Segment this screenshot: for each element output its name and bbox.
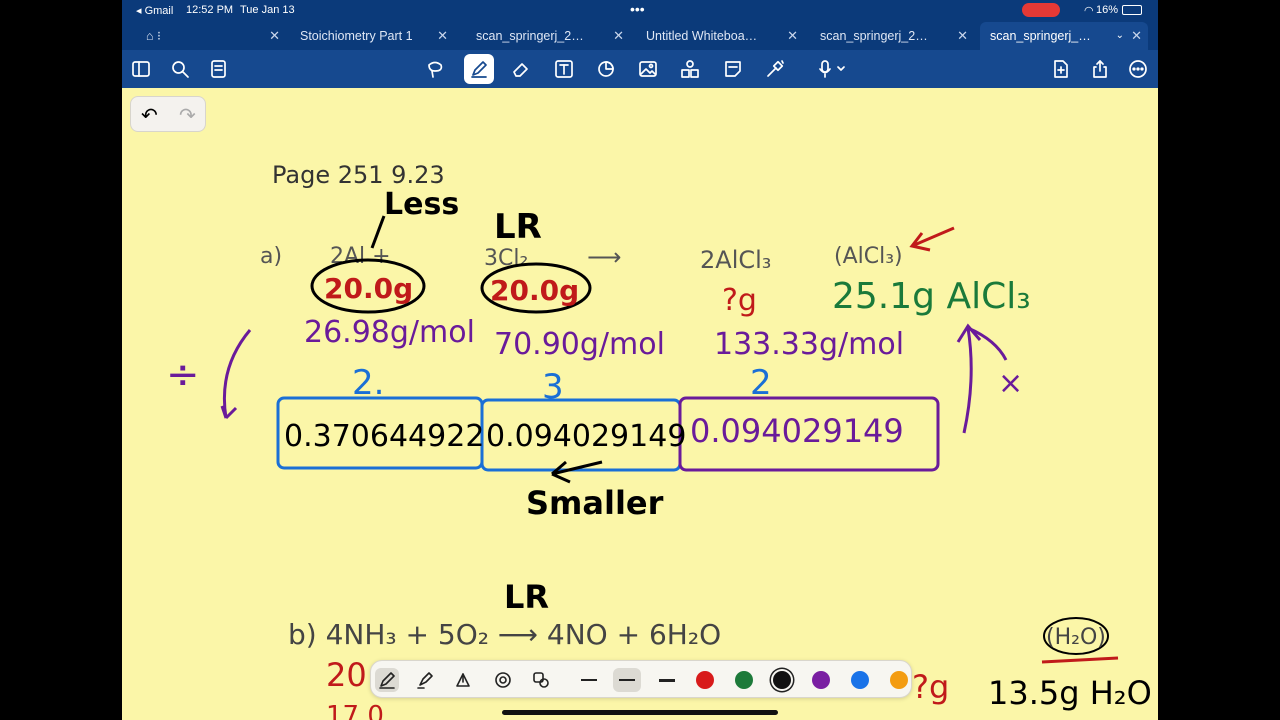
color-black[interactable]: [773, 671, 791, 689]
divide-symbol: ÷: [166, 352, 200, 398]
share-icon[interactable]: [1087, 56, 1113, 82]
close-icon[interactable]: ✕: [437, 22, 448, 50]
multiply-symbol: ×: [998, 366, 1023, 401]
shapes-icon[interactable]: [593, 56, 619, 82]
mass-b-2: 17.0: [326, 701, 384, 720]
less-label: Less: [384, 187, 459, 222]
tab-home[interactable]: ⌂ ⁝ ✕: [136, 22, 286, 50]
close-icon[interactable]: ✕: [787, 22, 798, 50]
lr-label-b: LR: [504, 578, 549, 616]
undo-redo-panel: ↶ ↷: [130, 96, 206, 132]
lasso-icon[interactable]: [422, 56, 448, 82]
smaller-label: Smaller: [526, 484, 664, 522]
recording-indicator-icon: [1022, 3, 1060, 17]
color-orange[interactable]: [890, 671, 908, 689]
tab-stoichiometry[interactable]: Stoichiometry Part 1 ✕: [290, 22, 454, 50]
status-bar: ◂ Gmail 12:52 PM Tue Jan 13 ••• ◠ 16%: [122, 0, 1158, 20]
eraser-icon[interactable]: [508, 56, 534, 82]
close-icon[interactable]: ✕: [1131, 22, 1142, 50]
tab-scan-3[interactable]: scan_springerj_… ⌄ ✕: [980, 22, 1148, 50]
unknown-mass: ?g: [722, 283, 757, 318]
mass-chlorine: 20.0g: [490, 274, 579, 307]
image-icon[interactable]: [635, 56, 661, 82]
microphone-icon[interactable]: [812, 56, 852, 82]
search-icon[interactable]: [167, 56, 193, 82]
home-indicator[interactable]: [502, 710, 778, 715]
color-red[interactable]: [696, 671, 714, 689]
sidebar-icon[interactable]: [128, 56, 154, 82]
page-reference: Page 251 9.23: [272, 161, 445, 189]
lasso-tool-icon[interactable]: [529, 668, 553, 692]
elements-icon[interactable]: [677, 56, 703, 82]
status-date: Tue Jan 13: [240, 4, 295, 16]
wifi-icon: ◠: [1084, 5, 1094, 17]
mass-aluminum: 20.0g: [324, 272, 413, 305]
undo-button[interactable]: ↶: [141, 103, 158, 128]
circled-product-b: (H₂O): [1046, 625, 1106, 650]
tab-bar: ⌂ ⁝ ✕ Stoichiometry Part 1 ✕ scan_springer…: [122, 20, 1158, 50]
tab-whiteboard[interactable]: Untitled Whiteboa… ✕: [636, 22, 804, 50]
thickness-thin[interactable]: [581, 679, 597, 681]
back-to-app-link[interactable]: ◂ Gmail: [136, 4, 173, 17]
product-alcl3: 2AlCl₃: [700, 246, 771, 274]
close-icon[interactable]: ✕: [957, 22, 968, 50]
pen-icon[interactable]: [464, 54, 494, 84]
pen-icon[interactable]: [375, 668, 399, 692]
document-list-icon[interactable]: [206, 56, 232, 82]
tab-scan-2[interactable]: scan_springerj_2… ✕: [810, 22, 974, 50]
color-blue[interactable]: [851, 671, 869, 689]
unknown-mass-b: ?g: [912, 668, 949, 706]
add-page-icon[interactable]: [1048, 56, 1074, 82]
multitask-dots[interactable]: •••: [630, 1, 645, 17]
answer-water: 13.5g H₂O: [988, 674, 1152, 712]
tab-scan-1[interactable]: scan_springerj_2… ✕: [466, 22, 630, 50]
reactant-aluminum: 2Al +: [330, 244, 391, 269]
chevron-down-icon[interactable]: ⌄: [1116, 22, 1124, 50]
pen-toolbar: [370, 660, 912, 698]
mass-b: 20: [326, 656, 367, 694]
highlighter-icon[interactable]: [413, 668, 437, 692]
redo-button[interactable]: ↷: [179, 103, 196, 128]
battery-percent: 16%: [1096, 4, 1119, 16]
lr-label-a: LR: [494, 207, 542, 247]
text-box-icon[interactable]: [551, 56, 577, 82]
reaction-arrow: ⟶: [587, 243, 621, 271]
thickness-medium[interactable]: [613, 668, 641, 692]
circled-product: (AlCl₃): [834, 244, 903, 269]
close-icon[interactable]: ✕: [613, 22, 624, 50]
molar-mass-al: 26.98g/mol: [304, 315, 475, 350]
moles-cl2-value: 0.094029149: [486, 419, 686, 454]
color-purple[interactable]: [812, 671, 830, 689]
thickness-thick[interactable]: [659, 679, 675, 682]
document-toolbar: [122, 50, 1158, 88]
molar-mass-cl2: 70.90g/mol: [494, 327, 665, 362]
notebook-page[interactable]: Page 251 9.23 Less LR a) 2Al + 3Cl₂ ⟶ 2A…: [122, 88, 1158, 720]
handwriting-canvas: Page 251 9.23 Less LR a) 2Al + 3Cl₂ ⟶ 2A…: [166, 161, 1152, 720]
goodnotes-app: ◂ Gmail 12:52 PM Tue Jan 13 ••• ◠ 16% ⌂ …: [122, 0, 1158, 720]
color-green[interactable]: [735, 671, 753, 689]
battery-icon: [1122, 5, 1142, 15]
moles-alcl3-value: 0.094029149: [690, 412, 904, 450]
close-icon[interactable]: ✕: [269, 22, 280, 50]
more-icon[interactable]: [1125, 56, 1151, 82]
moles-al-value: 0.370644922: [284, 419, 484, 454]
answer-alcl3: 25.1g AlCl₃: [832, 276, 1031, 317]
status-time: 12:52 PM: [186, 4, 234, 16]
part-a-label: a): [260, 244, 282, 269]
laser-icon[interactable]: [762, 56, 788, 82]
sticky-note-icon[interactable]: [720, 56, 746, 82]
equation-b: b) 4NH₃ + 5O₂ ⟶ 4NO + 6H₂O: [288, 618, 721, 651]
shape-tool-icon[interactable]: [491, 668, 515, 692]
molar-mass-alcl3: 133.33g/mol: [714, 327, 904, 362]
fountain-pen-icon[interactable]: [451, 668, 475, 692]
